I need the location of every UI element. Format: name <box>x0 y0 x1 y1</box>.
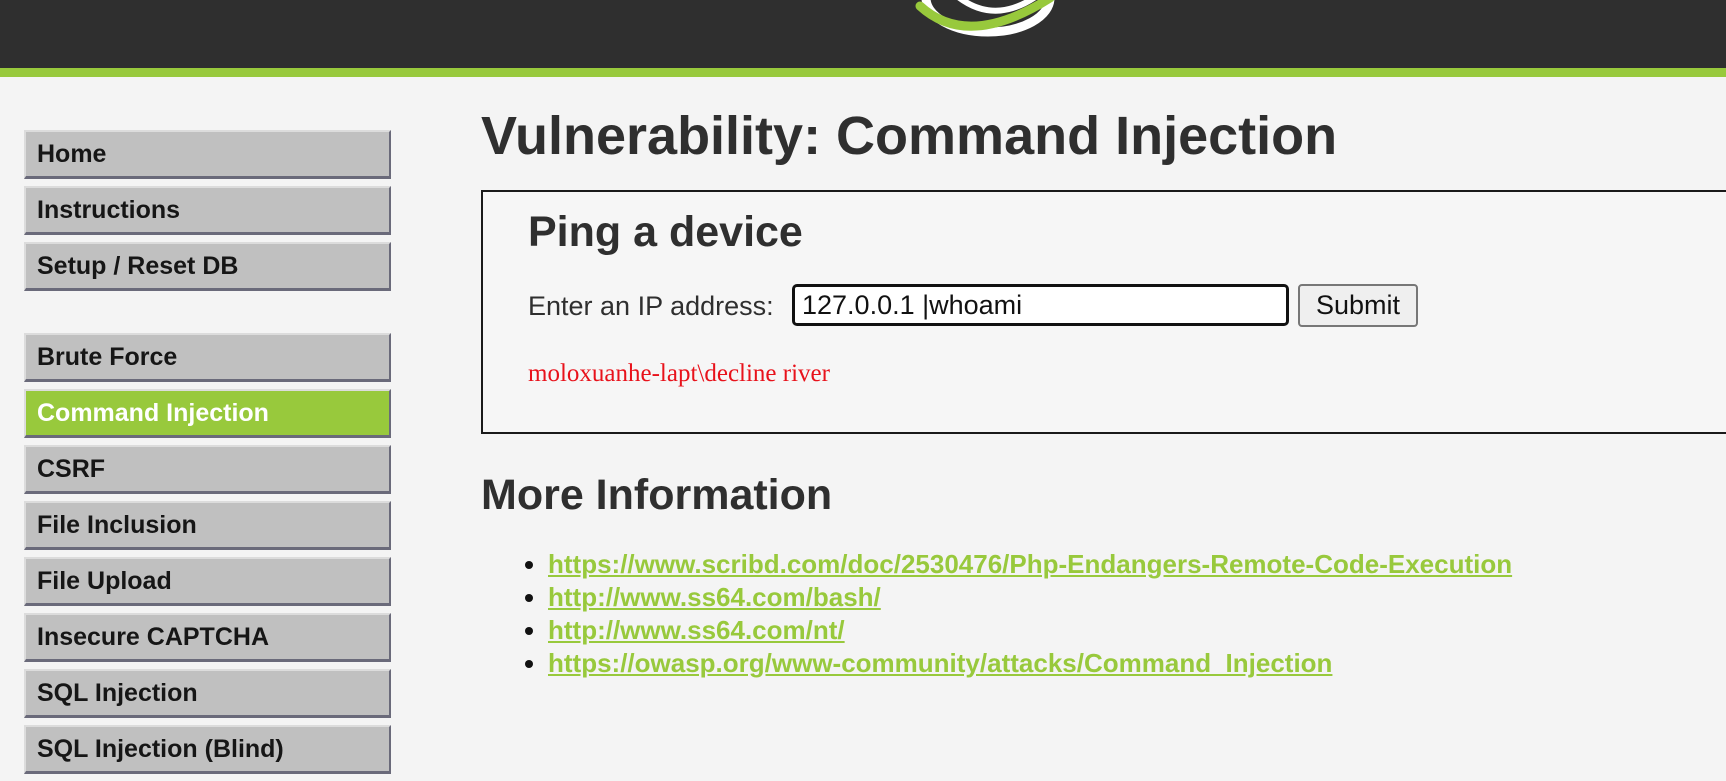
menu-item-instructions[interactable]: Instructions <box>24 186 391 235</box>
reference-link[interactable]: http://www.ss64.com/nt/ <box>548 615 845 645</box>
menu-group-general: Home Instructions Setup / Reset DB <box>24 130 391 291</box>
page-title: Vulnerability: Command Injection <box>481 106 1338 166</box>
list-item: https://owasp.org/www-community/attacks/… <box>548 647 1512 680</box>
main-content: Vulnerability: Command Injection Ping a … <box>481 100 1726 678</box>
list-item: http://www.ss64.com/bash/ <box>548 581 1512 614</box>
menu-item-setup-reset-db[interactable]: Setup / Reset DB <box>24 242 391 291</box>
menu-item-command-injection[interactable]: Command Injection <box>24 389 391 438</box>
menu-group-vulnerabilities: Brute Force Command Injection CSRF File … <box>24 333 391 774</box>
menu-item-csrf[interactable]: CSRF <box>24 445 391 494</box>
menu-item-sql-injection[interactable]: SQL Injection <box>24 669 391 718</box>
more-information-heading: More Information <box>481 471 833 519</box>
menu-item-file-inclusion[interactable]: File Inclusion <box>24 501 391 550</box>
menu-item-home[interactable]: Home <box>24 130 391 179</box>
ip-address-input[interactable] <box>792 284 1289 326</box>
ip-address-label: Enter an IP address: <box>528 291 774 321</box>
reference-link[interactable]: https://owasp.org/www-community/attacks/… <box>548 648 1332 678</box>
header-bar <box>0 0 1726 77</box>
menu-item-brute-force[interactable]: Brute Force <box>24 333 391 382</box>
reference-link[interactable]: http://www.ss64.com/bash/ <box>548 582 881 612</box>
ping-form-box: Ping a device Enter an IP address: Submi… <box>481 190 1726 434</box>
submit-button[interactable]: Submit <box>1298 284 1418 327</box>
reference-link[interactable]: https://www.scribd.com/doc/2530476/Php-E… <box>548 549 1512 579</box>
dvwa-logo-icon <box>915 0 1055 37</box>
menu-item-insecure-captcha[interactable]: Insecure CAPTCHA <box>24 613 391 662</box>
form-heading: Ping a device <box>528 208 803 256</box>
command-output: moloxuanhe-lapt\decline river <box>528 360 830 387</box>
sidebar-menu: Home Instructions Setup / Reset DB Brute… <box>24 130 391 781</box>
reference-links-list: https://www.scribd.com/doc/2530476/Php-E… <box>526 548 1512 680</box>
list-item: https://www.scribd.com/doc/2530476/Php-E… <box>548 548 1512 581</box>
list-item: http://www.ss64.com/nt/ <box>548 614 1512 647</box>
menu-item-file-upload[interactable]: File Upload <box>24 557 391 606</box>
menu-item-sql-injection-blind[interactable]: SQL Injection (Blind) <box>24 725 391 774</box>
